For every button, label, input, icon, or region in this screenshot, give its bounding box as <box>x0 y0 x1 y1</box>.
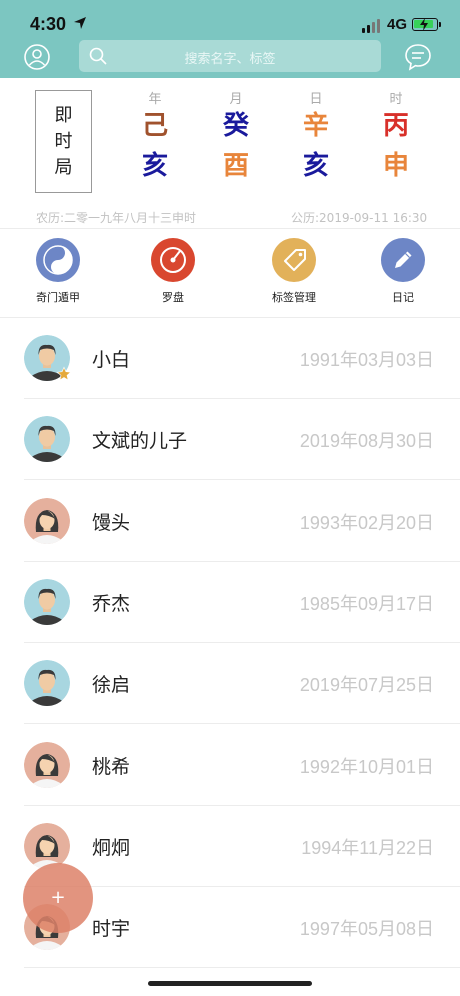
divider <box>0 228 460 229</box>
pillar-stem: 丙 <box>382 111 409 141</box>
location-arrow-icon <box>74 17 86 29</box>
list-item[interactable]: 文斌的儿子 2019年08月30日 <box>0 399 460 481</box>
pillar-label: 年 <box>148 92 162 107</box>
pencil-icon <box>395 251 412 268</box>
avatar <box>24 822 70 869</box>
contact-name: 炯炯 <box>92 836 131 859</box>
contact-birthdate: 1992年10月01日 <box>299 756 434 777</box>
solar-date: 公历:2019-09-11 16:30 <box>291 211 428 225</box>
tool-label: 日记 <box>392 291 414 304</box>
contact-birthdate: 1985年09月17日 <box>299 593 434 614</box>
status-bar: 4:30 4G <box>0 0 460 36</box>
contact-name: 乔杰 <box>92 592 131 615</box>
contact-birthdate: 2019年08月30日 <box>299 431 434 452</box>
battery-icon <box>412 18 441 31</box>
compass-icon <box>160 247 186 273</box>
tool-tags[interactable]: 标签管理 <box>249 238 339 305</box>
tool-bar: 奇门遁甲 罗盘 标签管理 日记 <box>0 238 460 310</box>
yin-yang-icon <box>43 245 73 275</box>
top-bar: 4:30 4G 搜索名字、标签 <box>0 0 460 78</box>
ju-label-char: 时 <box>54 130 73 152</box>
list-item[interactable]: 馒头 1993年02月20日 <box>0 481 460 562</box>
pillar-label: 月 <box>229 92 243 107</box>
list-item[interactable]: 徐启 2019年07月25日 <box>0 643 460 725</box>
avatar <box>24 578 70 625</box>
star-icon <box>56 366 72 381</box>
pillar-stem: 辛 <box>302 111 329 141</box>
lunar-date: 农历:二零一九年八月十三申时 <box>36 211 197 225</box>
pillar-label: 时 <box>389 92 403 107</box>
contact-birthdate: 1991年03月03日 <box>299 350 434 370</box>
tool-label: 标签管理 <box>272 291 316 304</box>
contact-birthdate: 2019年07月25日 <box>299 675 434 696</box>
pillar-year: 年 己 亥 <box>135 88 175 186</box>
contact-birthdate: 1997年05月08日 <box>299 919 434 940</box>
network-type: 4G <box>387 16 408 33</box>
avatar <box>24 416 70 463</box>
contact-name: 桃希 <box>92 755 131 778</box>
list-item[interactable]: 桃希 1992年10月01日 <box>0 725 460 806</box>
ju-label-char: 局 <box>54 156 73 178</box>
pillar-month: 月 癸 酉 <box>216 88 256 186</box>
avatar <box>24 741 70 788</box>
pillar-branch: 亥 <box>141 151 168 181</box>
user-profile-icon[interactable] <box>24 44 50 70</box>
avatar <box>24 660 70 707</box>
tool-diary[interactable]: 日记 <box>358 238 448 305</box>
pillar-branch: 酉 <box>222 151 249 181</box>
tool-qimen[interactable]: 奇门遁甲 <box>13 238 103 305</box>
tool-label: 罗盘 <box>162 291 184 304</box>
contact-name: 时宇 <box>92 918 131 941</box>
avatar <box>24 497 70 544</box>
contact-name: 小白 <box>92 349 131 371</box>
pillar-branch: 亥 <box>302 151 329 181</box>
tool-label: 奇门遁甲 <box>36 291 80 304</box>
contact-name: 徐启 <box>92 674 131 697</box>
pillar-branch: 申 <box>382 151 409 181</box>
pillar-label: 日 <box>309 92 323 107</box>
contact-birthdate: 1993年02月20日 <box>299 512 434 533</box>
contact-name: 文斌的儿子 <box>92 430 188 453</box>
message-icon[interactable] <box>404 43 432 71</box>
home-indicator <box>148 981 312 986</box>
tool-compass[interactable]: 罗盘 <box>128 238 218 305</box>
ju-label-char: 即 <box>54 104 73 126</box>
contact-birthdate: 1994年11月22日 <box>301 837 434 858</box>
signal-icon <box>362 19 380 33</box>
row-divider <box>24 967 460 969</box>
contact-name: 馒头 <box>92 511 131 534</box>
search-bar[interactable]: 搜索名字、标签 <box>79 40 381 72</box>
status-time: 4:30 <box>30 14 67 34</box>
list-item[interactable]: 小白 1991年03月03日 <box>0 318 460 399</box>
pillar-stem: 癸 <box>222 111 249 141</box>
search-placeholder: 搜索名字、标签 <box>184 52 276 67</box>
tag-icon <box>284 249 306 271</box>
pillar-stem: 己 <box>141 111 168 141</box>
list-item[interactable]: 乔杰 1985年09月17日 <box>0 562 460 643</box>
pillar-day: 日 辛 亥 <box>296 88 336 186</box>
instant-chart-button[interactable]: 即 时 局 <box>35 90 92 193</box>
add-contact-button[interactable]: + <box>23 863 93 933</box>
pillar-hour: 时 丙 申 <box>376 88 416 186</box>
